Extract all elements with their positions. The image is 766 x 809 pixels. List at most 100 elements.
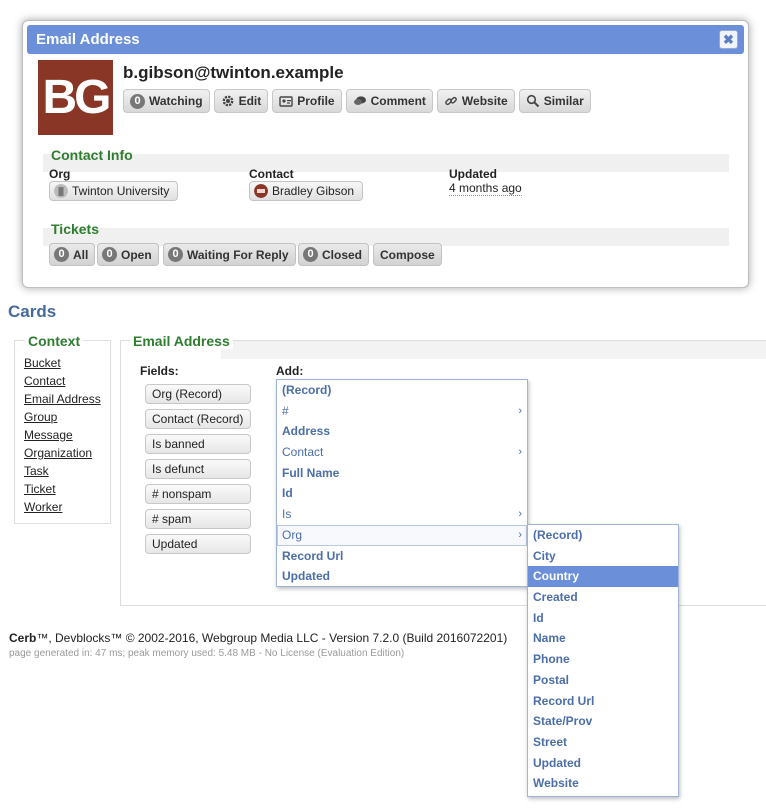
- org-label: Org: [49, 167, 71, 181]
- submenu-item-phone[interactable]: Phone: [528, 649, 678, 670]
- link-icon: [445, 96, 457, 106]
- tickets-waiting-button[interactable]: 0 Waiting For Reply: [163, 243, 296, 266]
- fields-label: Fields:: [140, 364, 179, 378]
- building-icon: [54, 184, 68, 198]
- comment-icon: [353, 96, 366, 105]
- submenu-item-id[interactable]: Id: [528, 608, 678, 629]
- org-submenu: (Record) City Country Created Id Name Ph…: [527, 524, 679, 797]
- context-item: Bucket: [24, 356, 101, 374]
- tickets-open-button[interactable]: 0 Open: [97, 243, 159, 266]
- submenu-item-record-url[interactable]: Record Url: [528, 691, 678, 712]
- tickets-open-label: Open: [121, 247, 152, 262]
- tickets-title: Tickets: [51, 221, 99, 237]
- context-panel: Context Bucket Contact Email Address Gro…: [14, 333, 111, 524]
- context-item: Email Address: [24, 392, 101, 410]
- menu-item-label: Is: [282, 507, 292, 522]
- context-link-ticket[interactable]: Ticket: [24, 482, 56, 496]
- card-editor-bar: [221, 341, 766, 359]
- context-link-email-address[interactable]: Email Address: [24, 392, 101, 406]
- watching-label: Watching: [149, 94, 203, 108]
- footer-brand: Cerb: [9, 631, 37, 645]
- tickets-waiting-label: Waiting For Reply: [187, 247, 289, 262]
- context-item: Ticket: [24, 482, 101, 500]
- field-pill[interactable]: # spam: [145, 509, 251, 529]
- footer-text: ™, Devblocks™ © 2002-2016, Webgroup Medi…: [36, 631, 508, 645]
- tickets-all-button[interactable]: 0 All: [49, 243, 96, 266]
- menu-item-is[interactable]: Is ›: [277, 504, 527, 525]
- contact-chip[interactable]: Bradley Gibson: [249, 181, 364, 201]
- submenu-item-postal[interactable]: Postal: [528, 670, 678, 691]
- tickets-all-count: 0: [54, 247, 69, 262]
- context-link-contact[interactable]: Contact: [24, 374, 65, 388]
- menu-item-full-name[interactable]: Full Name: [277, 463, 527, 484]
- website-label: Website: [461, 94, 508, 108]
- similar-button[interactable]: Similar: [518, 89, 591, 113]
- profile-button[interactable]: Profile: [272, 89, 342, 113]
- tickets-waiting-count: 0: [168, 247, 183, 262]
- menu-item-label: Org: [282, 527, 303, 542]
- menu-item-hash[interactable]: # ›: [277, 401, 527, 422]
- watching-button[interactable]: 0 Watching: [123, 89, 210, 113]
- menu-item-contact[interactable]: Contact ›: [277, 442, 527, 463]
- gear-icon: [222, 95, 233, 107]
- submenu-item-created[interactable]: Created: [528, 587, 678, 608]
- footer-copyright: Cerb™, Devblocks™ © 2002-2016, Webgroup …: [9, 631, 507, 645]
- field-pill[interactable]: Is defunct: [145, 459, 251, 479]
- menu-item-id[interactable]: Id: [277, 483, 527, 504]
- context-item: Group: [24, 410, 101, 428]
- chevron-right-icon: ›: [518, 528, 522, 541]
- tickets-closed-button[interactable]: 0 Closed: [298, 243, 370, 266]
- context-link-task[interactable]: Task: [24, 464, 49, 478]
- tickets-open-count: 0: [102, 247, 117, 262]
- submenu-item-country[interactable]: Country: [528, 566, 678, 588]
- menu-item-record[interactable]: (Record): [277, 380, 527, 401]
- edit-label: Edit: [238, 94, 262, 108]
- id-card-icon: [279, 96, 293, 107]
- website-button[interactable]: Website: [436, 89, 515, 113]
- menu-item-org[interactable]: Org ›: [277, 524, 527, 546]
- search-icon: [526, 94, 539, 108]
- tickets-closed-count: 0: [303, 247, 318, 262]
- submenu-item-updated[interactable]: Updated: [528, 753, 678, 774]
- comment-button[interactable]: Comment: [345, 89, 433, 113]
- context-link-worker[interactable]: Worker: [24, 500, 62, 514]
- compose-button[interactable]: Compose: [373, 243, 442, 266]
- contact-value: Bradley Gibson: [272, 184, 355, 198]
- menu-item-updated[interactable]: Updated: [277, 566, 527, 587]
- field-pill[interactable]: Org (Record): [145, 384, 251, 404]
- chevron-right-icon: ›: [518, 508, 522, 521]
- submenu-item-street[interactable]: Street: [528, 732, 678, 753]
- record-title: b.gibson@twinton.example: [123, 63, 344, 82]
- context-link-organization[interactable]: Organization: [24, 446, 92, 460]
- field-pill[interactable]: # nonspam: [145, 484, 251, 504]
- edit-button[interactable]: Edit: [213, 89, 269, 113]
- context-title: Context: [25, 333, 84, 349]
- submenu-item-state-prov[interactable]: State/Prov: [528, 711, 678, 732]
- menu-item-label: #: [282, 403, 289, 418]
- updated-label: Updated: [449, 167, 497, 181]
- submenu-item-record[interactable]: (Record): [528, 525, 678, 546]
- context-list: Bucket Contact Email Address Group Messa…: [24, 356, 101, 518]
- close-icon[interactable]: ✖: [719, 30, 738, 49]
- updated-value: 4 months ago: [449, 181, 522, 196]
- submenu-item-name[interactable]: Name: [528, 628, 678, 649]
- popup-title-bar: Email Address ✖: [27, 25, 744, 54]
- field-pill[interactable]: Is banned: [145, 434, 251, 454]
- context-link-message[interactable]: Message: [24, 428, 73, 442]
- avatar: BG: [38, 60, 113, 135]
- chevron-right-icon: ›: [518, 446, 522, 459]
- field-pill[interactable]: Contact (Record): [145, 409, 251, 429]
- contact-info-title: Contact Info: [51, 147, 133, 163]
- menu-item-address[interactable]: Address: [277, 421, 527, 442]
- submenu-item-city[interactable]: City: [528, 546, 678, 567]
- field-pill[interactable]: Updated: [145, 534, 251, 554]
- popup-title: Email Address: [36, 31, 140, 48]
- submenu-item-website[interactable]: Website: [528, 773, 678, 794]
- context-link-group[interactable]: Group: [24, 410, 57, 424]
- context-link-bucket[interactable]: Bucket: [24, 356, 61, 370]
- org-chip[interactable]: Twinton University: [49, 181, 179, 201]
- compose-label: Compose: [380, 247, 435, 262]
- contact-info-bar: [43, 154, 729, 172]
- menu-item-record-url[interactable]: Record Url: [277, 546, 527, 567]
- email-address-popup: Email Address ✖ BG b.gibson@twinton.exam…: [22, 20, 749, 288]
